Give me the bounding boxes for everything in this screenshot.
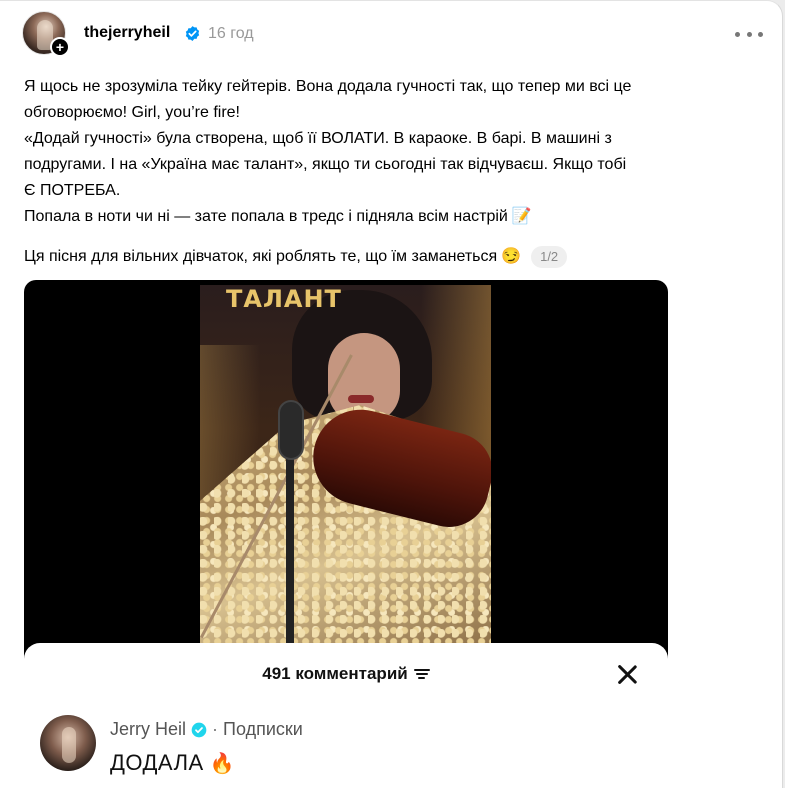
comments-count-title: 491 комментарий	[262, 664, 408, 683]
post-second-line: Ця пісня для вільних дівчаток, які робля…	[24, 244, 568, 270]
video-frame: ТАЛАНТ	[200, 285, 491, 645]
comment-meta: Jerry Heil · Подписки	[110, 719, 303, 740]
thread-pager-badge: 1/2	[531, 246, 568, 268]
post-paragraph: Я щось не зрозуміла тейку гейтерів. Вона…	[24, 78, 632, 225]
comments-header[interactable]: 491 комментарий	[24, 664, 668, 684]
tv-show-logo: ТАЛАНТ	[226, 285, 342, 313]
author-avatar[interactable]: +	[22, 11, 70, 57]
memo-emoji: 📝	[511, 208, 532, 225]
comment-avatar[interactable]	[40, 715, 96, 771]
fire-emoji: 🔥	[209, 752, 236, 775]
comment-tag: Подписки	[223, 719, 303, 739]
close-icon[interactable]	[616, 663, 638, 685]
comments-sheet: 491 комментарий Jerry Heil · Подписки ДО…	[24, 643, 668, 788]
post-line2-text: Ця пісня для вільних дівчаток, які робля…	[24, 248, 498, 265]
more-options-button[interactable]	[735, 25, 763, 43]
meta-separator: ·	[212, 719, 219, 739]
post-timestamp: 16 год	[208, 25, 254, 42]
smirk-emoji: 😏	[501, 248, 522, 265]
verified-badge-icon	[185, 26, 200, 41]
microphone	[278, 400, 304, 460]
filter-icon[interactable]	[413, 668, 430, 680]
more-dots-icon	[735, 31, 740, 37]
comment-author[interactable]: Jerry Heil	[110, 719, 186, 740]
post-media-video[interactable]: ТАЛАНТ 491 комментарий Jerry Heil · Подп…	[24, 280, 668, 788]
thread-post-card: + thejerryheil 16 год Я щось не зрозуміл…	[0, 0, 783, 788]
comment-text: ДОДАЛА	[110, 750, 204, 775]
author-username[interactable]: thejerryheil	[84, 24, 170, 42]
comment-text-row: ДОДАЛА 🔥	[110, 750, 235, 776]
post-body: Я щось не зрозуміла тейку гейтерів. Вона…	[24, 74, 744, 230]
follow-plus-icon[interactable]: +	[50, 37, 70, 57]
verified-badge-icon	[191, 722, 207, 737]
mic-stand	[286, 445, 294, 645]
